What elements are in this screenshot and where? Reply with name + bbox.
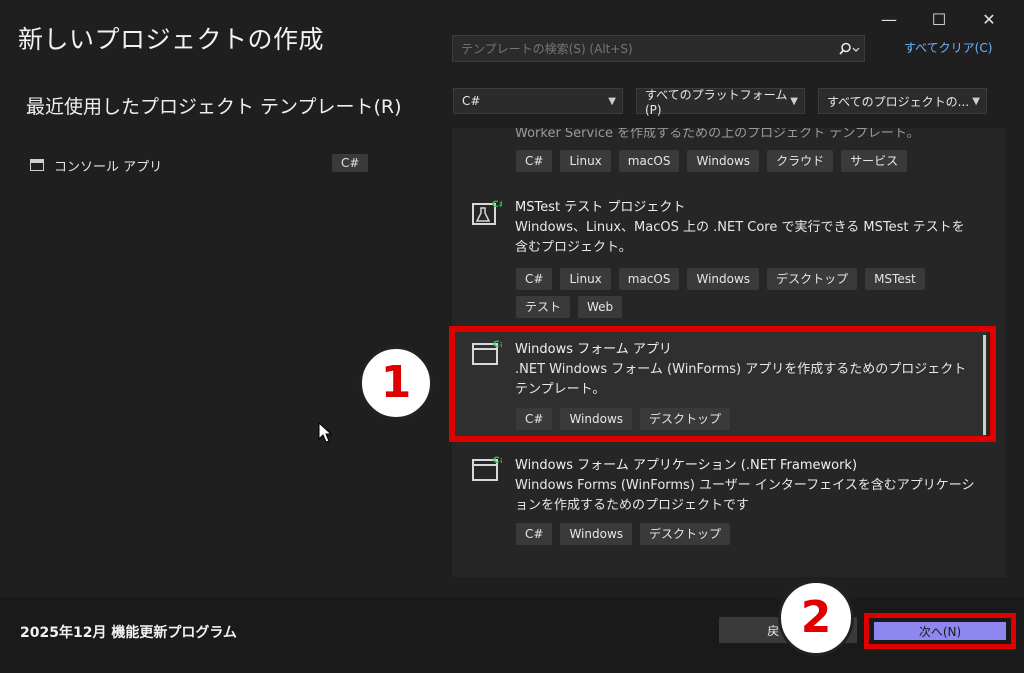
template-tags: C# Windows デスクトップ [516, 523, 956, 545]
template-name: Windows フォーム アプリ [515, 342, 672, 357]
template-description: Windows、Linux、MacOS 上の .NET Core で実行できる … [515, 220, 965, 255]
tag: C# [516, 523, 553, 545]
window-controls: — ☐ ✕ [864, 6, 1014, 32]
tag: Windows [687, 150, 760, 172]
create-project-window: — ☐ ✕ 新しいプロジェクトの作成 最近使用したプロジェクト テンプレート(R… [0, 0, 1024, 673]
template-name: MSTest テスト プロジェクト [515, 200, 686, 215]
feature-update-text: 2025年12月 機能更新プログラム [20, 625, 237, 641]
maximize-icon: ☐ [931, 9, 947, 29]
tag: C# [516, 268, 553, 290]
recent-template-label: コンソール アプリ [54, 159, 163, 175]
language-filter[interactable]: C# ▼ [453, 88, 623, 114]
svg-text:C#: C# [493, 340, 502, 350]
platform-filter-value: すべてのプラットフォーム(P) [645, 87, 788, 117]
template-tags: C# Linux macOS Windows デスクトップ MSTest テスト… [516, 268, 956, 318]
window-app-icon: C# [472, 456, 502, 481]
template-item-winforms-framework[interactable]: C# Windows フォーム アプリケーション (.NET Framework… [452, 446, 987, 561]
template-tags: C# Windows デスクトップ [516, 408, 956, 430]
template-name: Windows フォーム アプリケーション (.NET Framework) [515, 458, 858, 473]
svg-text:C#: C# [493, 456, 502, 466]
tag: Windows [560, 523, 633, 545]
platform-filter[interactable]: すべてのプラットフォーム(P) ▼ [636, 87, 805, 117]
chevron-down-icon: ▼ [972, 95, 980, 107]
annotation-step-1-number: 1 [380, 357, 412, 408]
svg-text:C#: C# [492, 200, 502, 210]
tag: C# [516, 150, 553, 172]
template-search-input[interactable] [453, 40, 834, 57]
project-type-filter[interactable]: すべてのプロジェクトの... ▼ [818, 88, 987, 114]
template-description: .NET Windows フォーム (WinForms) アプリを作成するための… [515, 362, 967, 397]
page-title: 新しいプロジェクトの作成 [18, 25, 325, 54]
tag: Linux [560, 150, 611, 172]
test-flask-icon: C# [472, 200, 502, 225]
template-item-mstest[interactable]: C# MSTest テスト プロジェクト Windows、Linux、MacOS… [452, 188, 987, 318]
console-app-icon [30, 159, 44, 171]
tag: MSTest [865, 268, 925, 290]
language-filter-value: C# [462, 94, 481, 108]
template-tags: C# Linux macOS Windows クラウド サービス [516, 150, 956, 172]
minimize-button[interactable]: — [864, 6, 914, 32]
chevron-down-icon: ▼ [790, 95, 798, 107]
recent-templates-heading: 最近使用したプロジェクト テンプレート(R) [26, 96, 402, 118]
project-type-filter-value: すべてのプロジェクトの... [827, 94, 970, 109]
minimize-icon: — [881, 9, 897, 29]
tag: macOS [618, 150, 680, 172]
annotation-step-2: 2 [778, 580, 854, 656]
tag: テスト [516, 296, 571, 318]
mouse-cursor-icon [318, 422, 333, 443]
selection-indicator [983, 335, 986, 435]
tag: クラウド [767, 150, 834, 172]
template-list[interactable]: Worker Service を作成するための上のプロジェクト テンプレート。 … [452, 128, 1006, 577]
template-search-box[interactable] [452, 35, 865, 62]
annotation-step-2-number: 2 [800, 592, 832, 643]
tag: Linux [560, 268, 611, 290]
template-description-cut: Worker Service を作成するための上のプロジェクト テンプレート。 [515, 128, 920, 141]
annotation-step-1: 1 [359, 346, 433, 420]
window-app-icon: C# [472, 340, 502, 365]
chevron-down-icon: ▼ [608, 95, 616, 107]
close-icon: ✕ [982, 9, 996, 29]
clear-all-link[interactable]: すべてクリア(C) [904, 39, 992, 56]
tag: C# [516, 408, 553, 430]
recent-template-item[interactable]: コンソール アプリ C# [30, 152, 370, 178]
close-button[interactable]: ✕ [964, 6, 1014, 32]
tag: デスクトップ [767, 268, 858, 290]
maximize-button[interactable]: ☐ [914, 6, 964, 32]
tag: Windows [560, 408, 633, 430]
tag: デスクトップ [640, 408, 731, 430]
annotation-next-highlight: 次へ(N) [864, 613, 1016, 649]
tag: Windows [687, 268, 760, 290]
tag: Web [578, 296, 623, 318]
tag: デスクトップ [640, 523, 731, 545]
template-item-winforms-app[interactable]: C# Windows フォーム アプリ .NET Windows フォーム (W… [452, 330, 987, 438]
language-badge: C# [332, 154, 369, 172]
template-description: Windows Forms (WinForms) ユーザー インターフェイスを含… [515, 478, 975, 513]
tag: macOS [618, 268, 680, 290]
tag: サービス [841, 150, 908, 172]
search-icon[interactable] [834, 42, 864, 56]
next-button[interactable]: 次へ(N) [874, 622, 1006, 640]
template-item-worker-service[interactable]: Worker Service を作成するための上のプロジェクト テンプレート。 … [452, 128, 987, 186]
